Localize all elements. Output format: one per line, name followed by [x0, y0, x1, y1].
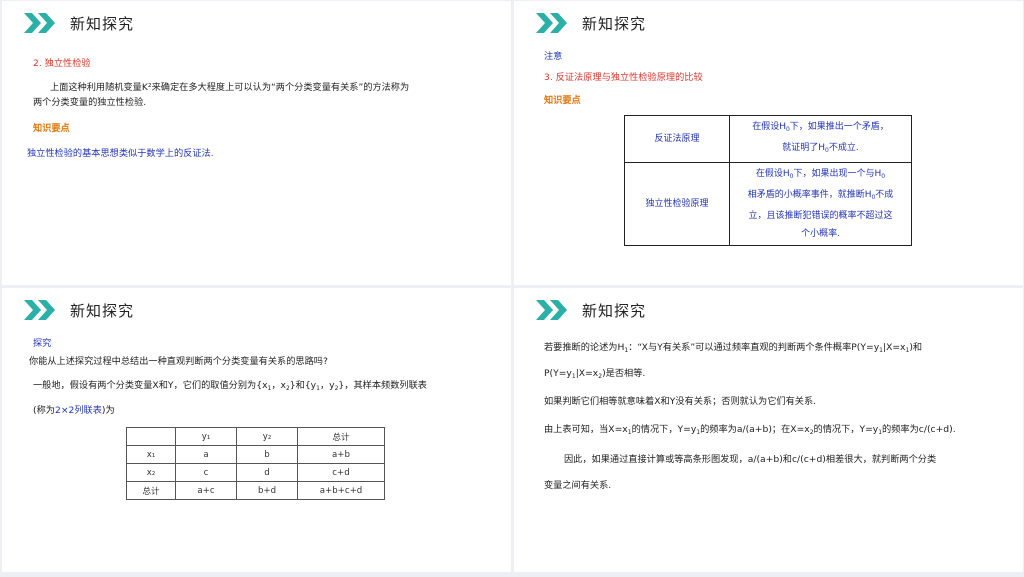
paragraph-line: 一般地，假设有两个分类变量X和Y，它们的取值分别为{x1，x2}和{y1，y2}…	[33, 380, 427, 392]
table-row: y₁ y₂ 总计	[126, 427, 385, 446]
table-cell: c+d	[297, 463, 385, 482]
slide-header: 新知探究	[536, 299, 646, 321]
paragraph-line: 两个分类变量的独立性检验.	[33, 97, 147, 108]
table-cell: a+b	[297, 445, 385, 464]
key-points-label: 知识要点	[544, 95, 581, 106]
table-cell: x₁	[126, 445, 176, 464]
contingency-table: y₁ y₂ 总计 x₁ a b a+b x₂ c d c+d 总计 a+c b+…	[126, 427, 385, 500]
question-text: 你能从上述探究过程中总结出一种直观判断两个分类变量有关系的思路吗?	[29, 356, 328, 367]
table-cell: a	[175, 445, 237, 464]
slide-header: 新知探究	[24, 12, 134, 34]
paragraph-line: 因此，如果通过直接计算或等高条形图发现，a/(a+b)和c/(c+d)相差很大，…	[564, 454, 937, 465]
double-chevron-icon	[536, 13, 567, 33]
table-cell: y₂	[236, 427, 298, 446]
double-chevron-icon	[24, 13, 55, 33]
slide-header: 新知探究	[24, 299, 134, 321]
table-row: 反证法原理 在假设H0下，如果推出一个矛盾， 就证明了H0不成立.	[624, 115, 912, 163]
table-row: 总计 a+c b+d a+b+c+d	[126, 481, 385, 500]
table-row: x₁ a b a+b	[126, 445, 385, 464]
table-cell: b	[236, 445, 298, 464]
key-points-text: 独立性检验的基本思想类似于数学上的反证法.	[27, 148, 214, 159]
table-cell	[126, 427, 176, 446]
table-cell: y₁	[175, 427, 237, 446]
note-label: 注意	[544, 51, 563, 62]
slide-3: 新知探究 探究 你能从上述探究过程中总结出一种直观判断两个分类变量有关系的思路吗…	[2, 288, 511, 572]
table-cell: a+c	[175, 481, 237, 500]
table-cell: d	[236, 463, 298, 482]
paragraph-line: (称为2×2列联表)为	[33, 405, 115, 416]
table-cell: 总计	[126, 481, 176, 500]
table-cell: 在假设H0下，如果推出一个矛盾， 就证明了H0不成立.	[729, 115, 912, 163]
section-heading: 2. 独立性检验	[33, 58, 91, 69]
slide-header: 新知探究	[536, 12, 646, 34]
slide-4: 新知探究 若要推断的论述为H1：“X与Y有关系”可以通过频率直观的判断两个条件概…	[514, 288, 1023, 572]
page-title: 新知探究	[582, 14, 647, 33]
double-chevron-icon	[24, 300, 55, 320]
table-cell: 在假设H0下，如果出现一个与H0 相矛盾的小概率事件，就推断H0不成 立，且该推…	[729, 162, 912, 246]
table-row: 独立性检验原理 在假设H0下，如果出现一个与H0 相矛盾的小概率事件，就推断H0…	[624, 162, 912, 246]
section-heading: 3. 反证法原理与独立性检验原理的比较	[544, 72, 703, 83]
table-cell: x₂	[126, 463, 176, 482]
table-cell: 总计	[297, 427, 385, 446]
page-title: 新知探究	[70, 14, 135, 33]
double-chevron-icon	[536, 300, 567, 320]
paragraph-line: 如果判断它们相等就意味着X和Y没有关系；否则就认为它们有关系.	[544, 396, 817, 407]
key-points-label: 知识要点	[33, 123, 70, 134]
table-cell: 反证法原理	[624, 115, 730, 163]
paragraph-line: 若要推断的论述为H1：“X与Y有关系”可以通过频率直观的判断两个条件概率P(Y=…	[544, 342, 923, 354]
comparison-table: 反证法原理 在假设H0下，如果推出一个矛盾， 就证明了H0不成立. 独立性检验原…	[624, 115, 912, 246]
table-cell: 独立性检验原理	[624, 162, 730, 246]
table-cell: c	[175, 463, 237, 482]
paragraph-line: 变量之间有关系.	[544, 480, 612, 491]
paragraph-line: 由上表可知，当X=x1的情况下，Y=y1的频率为a/(a+b)；在X=x2的情况…	[544, 424, 956, 436]
table-cell: b+d	[236, 481, 298, 500]
slide-2: 新知探究 注意 3. 反证法原理与独立性检验原理的比较 知识要点 反证法原理 在…	[514, 1, 1023, 285]
paragraph-line: P(Y=y1|X=x2)是否相等.	[544, 368, 646, 380]
paragraph-line: 上面这种利用随机变量K²来确定在多大程度上可以认为“两个分类变量有关系”的方法称…	[50, 82, 410, 93]
page-title: 新知探究	[70, 301, 135, 320]
explore-label: 探究	[33, 338, 52, 349]
table-row: x₂ c d c+d	[126, 463, 385, 482]
slide-1: 新知探究 2. 独立性检验 上面这种利用随机变量K²来确定在多大程度上可以认为“…	[2, 1, 511, 285]
table-cell: a+b+c+d	[297, 481, 385, 500]
page-title: 新知探究	[582, 301, 647, 320]
